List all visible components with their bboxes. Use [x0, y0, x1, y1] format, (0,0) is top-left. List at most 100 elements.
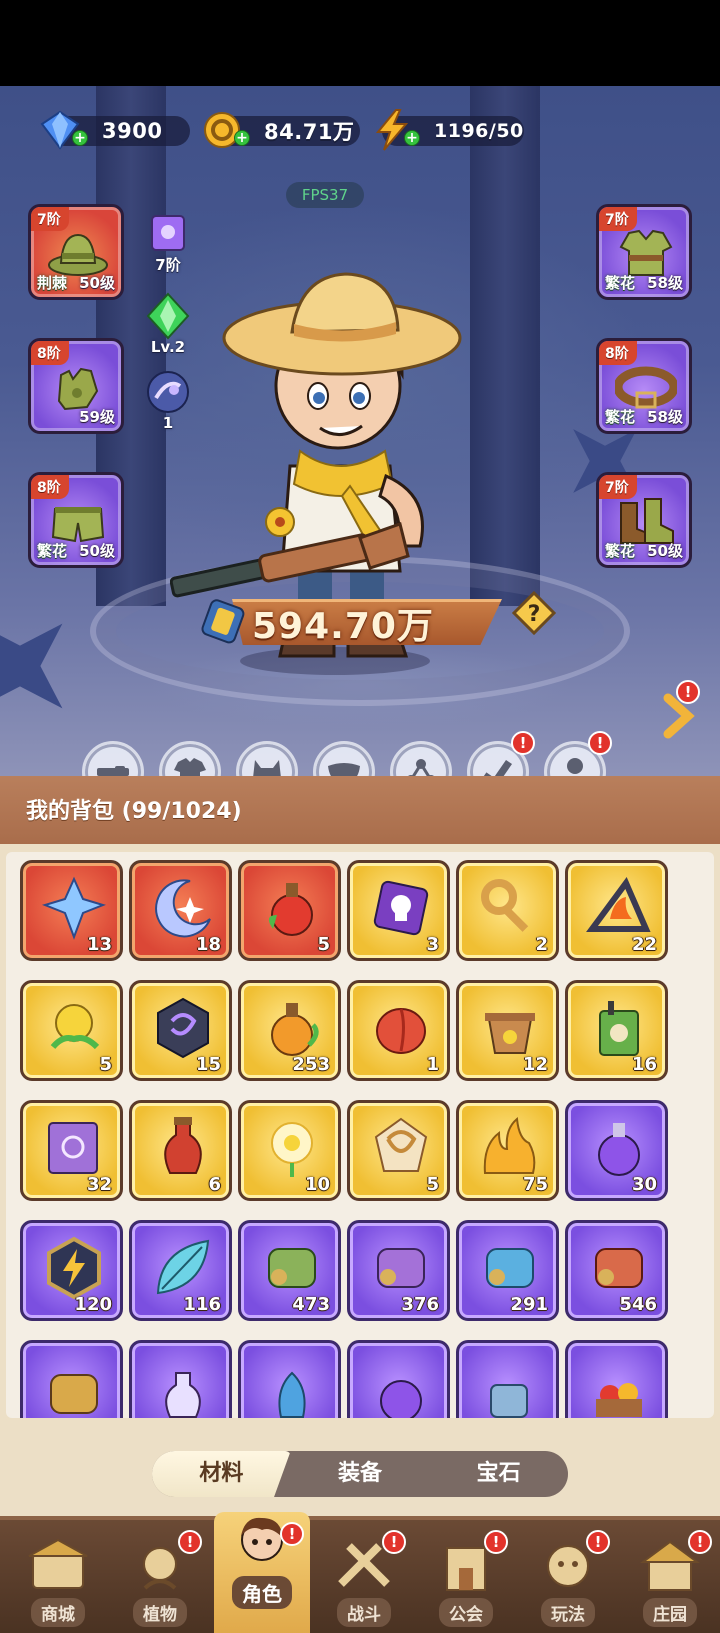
feature-body[interactable]: 体魄 ! — [542, 731, 612, 776]
inventory-item[interactable] — [129, 1340, 232, 1418]
item-count: 16 — [631, 1054, 657, 1075]
red-scroll-icon — [595, 1248, 643, 1288]
moon-star-icon — [155, 879, 211, 938]
inventory-item[interactable]: 1 — [347, 980, 450, 1081]
feature-talent[interactable]: 天赋 — [388, 741, 454, 776]
nav-shop[interactable]: 商城 — [10, 1534, 106, 1633]
equip-slot-pants[interactable]: 8阶 繁花 50级 — [28, 472, 124, 568]
nav-label: 战斗 — [337, 1598, 391, 1627]
skull-scroll-icon — [373, 880, 429, 936]
inventory-section: 我的背包 (99/1024) 13 18 5 3 2 22 5 15 253 1 12 16 32 6 10… — [0, 776, 720, 1516]
purple-bulb-icon — [380, 1380, 422, 1418]
nav-manor[interactable]: 庄园! — [622, 1530, 718, 1633]
gold-value: 84.71万 — [264, 120, 355, 144]
inventory-item[interactable]: 5 — [238, 860, 341, 961]
flame-prism-icon — [586, 877, 651, 932]
item-count: 3 — [426, 934, 439, 955]
inventory-item[interactable]: 16 — [565, 980, 668, 1081]
golden-fire-icon — [483, 1117, 536, 1174]
nav-plant[interactable]: 植物! — [112, 1530, 208, 1633]
inventory-item[interactable] — [565, 1340, 668, 1418]
inventory-item[interactable] — [238, 1340, 341, 1418]
equip-slot-vest[interactable]: 7阶 繁花 58级 — [596, 204, 692, 300]
energy-counter[interactable]: + 1196/50 — [375, 109, 524, 151]
tab-materials[interactable]: 材料 — [152, 1451, 291, 1497]
inventory-item[interactable]: 376 — [347, 1220, 450, 1321]
inventory-item[interactable]: 5 — [20, 980, 123, 1081]
notification-badge: ! — [511, 731, 535, 755]
add-energy-button[interactable]: + — [404, 130, 420, 146]
purple-potion-icon — [598, 1123, 640, 1176]
inventory-item[interactable]: 15 — [129, 980, 232, 1081]
add-gems-button[interactable]: + — [72, 130, 88, 146]
inventory-item[interactable]: 120 — [20, 1220, 123, 1321]
inventory-item[interactable]: 22 — [565, 860, 668, 961]
nav-guild[interactable]: 公会! — [418, 1530, 514, 1633]
equip-slot-boots[interactable]: 7阶 繁花 50级 — [596, 472, 692, 568]
inventory-item[interactable]: 13 — [20, 860, 123, 961]
item-count: 32 — [86, 1174, 112, 1195]
inventory-item[interactable]: 473 — [238, 1220, 341, 1321]
inventory-item[interactable]: 116 — [129, 1220, 232, 1321]
fruit-basket-icon — [596, 1383, 642, 1417]
blue-leaf-icon — [156, 1239, 210, 1295]
inventory-item[interactable] — [20, 1340, 123, 1418]
feature-equipment[interactable]: 装备 ! — [465, 731, 535, 776]
inventory-item[interactable]: 2 — [456, 860, 559, 961]
weapon-icon — [82, 741, 144, 776]
gold-counter[interactable]: + 84.71万 — [204, 112, 360, 148]
orange-potion-icon — [271, 1003, 319, 1056]
inventory-item[interactable]: 5 — [347, 1100, 450, 1201]
inventory-item[interactable]: 253 — [238, 980, 341, 1081]
golden-rose-icon — [50, 1004, 100, 1050]
pet-icon — [236, 741, 298, 776]
combat-power: 594.70万 — [196, 591, 526, 651]
bolt-badge-icon — [47, 1236, 101, 1300]
inventory-item[interactable]: 12 — [456, 980, 559, 1081]
inventory-grid[interactable]: 13 18 5 3 2 22 5 15 253 1 12 16 32 6 10 5 75 30 120 116 473 3… — [6, 852, 714, 1418]
inventory-item[interactable]: 30 — [565, 1100, 668, 1201]
knot-rune-icon — [374, 1117, 428, 1172]
tab-gems[interactable]: 宝石 — [429, 1451, 568, 1497]
power-sword-icon — [201, 599, 245, 644]
equip-level: 50级 — [647, 542, 683, 560]
tab-equipment[interactable]: 装备 — [291, 1451, 430, 1497]
add-gold-button[interactable]: + — [234, 130, 250, 146]
shuriken-decoration — [0, 581, 105, 751]
tier-badge: 7阶 — [599, 475, 637, 499]
equip-slot-belt[interactable]: 8阶 繁花 58级 — [596, 338, 692, 434]
gems-counter[interactable]: + 3900 — [40, 110, 190, 150]
inventory-item[interactable] — [347, 1340, 450, 1418]
inventory-item[interactable]: 546 — [565, 1220, 668, 1321]
inventory-item[interactable]: 18 — [129, 860, 232, 961]
inventory-item[interactable] — [456, 1340, 559, 1418]
nav-character[interactable]: 角色! — [214, 1512, 310, 1633]
rune-stone-icon — [157, 997, 209, 1059]
inventory-item[interactable]: 6 — [129, 1100, 232, 1201]
feature-weapon[interactable]: 武器 — [80, 741, 146, 776]
equip-slot-gloves[interactable]: 8阶 59级 — [28, 338, 124, 434]
item-count: 120 — [74, 1294, 112, 1315]
energy-value: 1196/50 — [434, 120, 524, 142]
equip-slot-hat[interactable]: 7阶 荆棘 50级 — [28, 204, 124, 300]
equip-level: 50级 — [79, 542, 115, 560]
inventory-item[interactable]: 291 — [456, 1220, 559, 1321]
inventory-item[interactable]: 75 — [456, 1100, 559, 1201]
red-bud-icon — [376, 1008, 426, 1054]
inventory-item[interactable]: 3 — [347, 860, 450, 961]
inventory-item[interactable]: 32 — [20, 1100, 123, 1201]
bottom-nav: 商城 植物! 角色! 战斗! 公会! 玩法! 庄园! — [0, 1512, 720, 1633]
inventory-title: 我的背包 (99/1024) — [26, 799, 242, 824]
feature-outfit[interactable]: 时装 — [157, 741, 223, 776]
inventory-item[interactable]: 10 — [238, 1100, 341, 1201]
item-count: 376 — [401, 1294, 439, 1315]
outfit-icon — [159, 741, 221, 776]
item-count: 2 — [535, 934, 548, 955]
item-count: 473 — [292, 1294, 330, 1315]
nav-label: 玩法 — [541, 1598, 595, 1627]
help-icon[interactable]: ? — [512, 591, 556, 635]
nav-gameplay[interactable]: 玩法! — [520, 1530, 616, 1633]
feature-decoration[interactable]: 装饰 — [311, 741, 377, 776]
nav-battle[interactable]: 战斗! — [316, 1530, 412, 1633]
feature-pet[interactable]: 宠物 — [234, 741, 300, 776]
